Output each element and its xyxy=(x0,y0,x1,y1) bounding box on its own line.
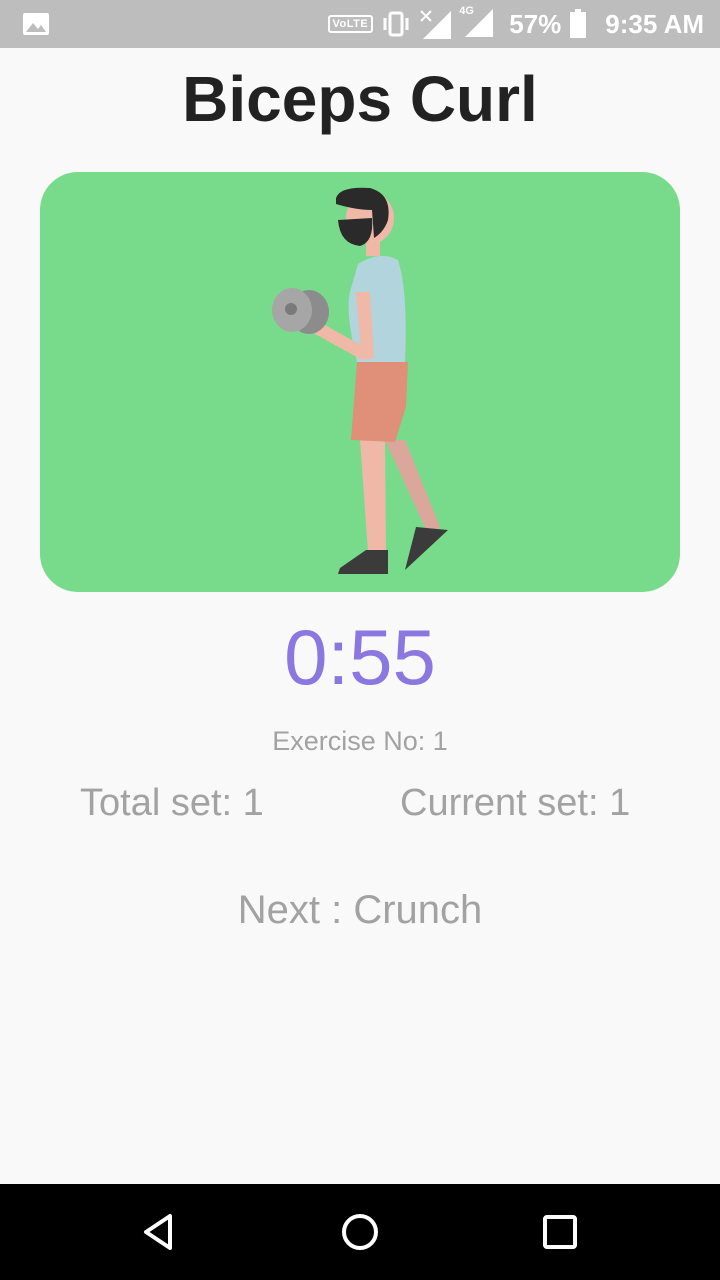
volte-badge: VoLTE xyxy=(327,15,374,33)
network-type: 4G xyxy=(459,4,474,17)
status-icons: VoLTE 4G 57% 9:35 AM xyxy=(327,0,704,48)
exercise-timer: 0:55 xyxy=(284,613,436,701)
signal-icon xyxy=(420,10,452,39)
page-title: Biceps Curl xyxy=(182,63,538,135)
home-icon[interactable] xyxy=(336,1208,384,1256)
biceps-curl-illustration xyxy=(272,187,448,574)
back-icon[interactable] xyxy=(136,1208,184,1256)
signal-4g-icon: 4G xyxy=(459,4,495,42)
battery-percent: 57% xyxy=(509,8,562,39)
current-set: Current set: 1 xyxy=(400,782,631,824)
recents-icon[interactable] xyxy=(536,1208,584,1256)
gallery-icon xyxy=(23,13,49,35)
total-set: Total set: 1 xyxy=(80,782,264,824)
status-bar: VoLTE 4G 57% 9:35 AM xyxy=(0,0,720,48)
navigation-bar xyxy=(0,1184,720,1280)
vibrate-icon xyxy=(383,11,409,37)
clock: 9:35 AM xyxy=(605,8,704,39)
battery-icon xyxy=(570,9,587,38)
exercise-image xyxy=(40,172,680,592)
exercise-number: Exercise No: 1 xyxy=(272,726,448,756)
next-exercise: Next : Crunch xyxy=(237,888,483,932)
